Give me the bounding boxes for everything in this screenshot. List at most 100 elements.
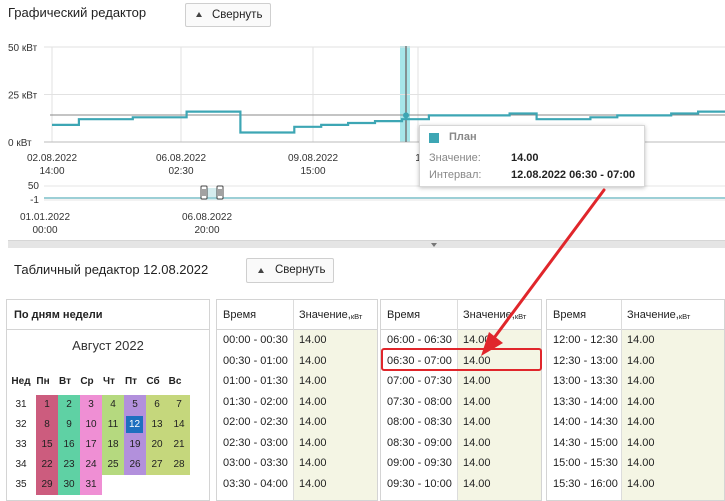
value-cell[interactable]: 14.00 (293, 474, 377, 494)
calendar-day[interactable]: 8 (36, 415, 58, 435)
calendar-day[interactable]: 29 (36, 475, 58, 495)
time-cell: 07:30 - 08:00 (387, 395, 452, 408)
time-cell: 15:00 - 15:30 (553, 457, 618, 469)
graph-collapse-button[interactable]: Свернуть (185, 3, 272, 27)
time-cell: 07:00 - 07:30 (387, 375, 452, 387)
calendar-day[interactable]: 25 (102, 455, 124, 475)
value-cell[interactable]: 14.00 (293, 412, 377, 432)
value-cell[interactable]: 14.00 (621, 392, 724, 412)
value-column-header[interactable]: Значение,кВт (293, 300, 377, 330)
value-cell[interactable]: 14.00 (457, 412, 541, 432)
table-collapse-button[interactable]: Свернуть (246, 258, 334, 283)
value-cell[interactable]: 14.00 (621, 351, 724, 371)
value-cell[interactable]: 14.00 (621, 330, 724, 350)
calendar-weekday-header: Ср (80, 376, 94, 387)
time-cell: 00:30 - 01:00 (223, 354, 288, 367)
value-cell[interactable]: 14.00 (457, 330, 541, 350)
graph-editor-title: Графический редактор (8, 5, 147, 20)
time-column-header[interactable]: Время (217, 300, 293, 330)
time-cell: 08:00 - 08:30 (387, 416, 452, 428)
time-cell: 00:00 - 00:30 (223, 334, 288, 346)
calendar-day[interactable]: 23 (58, 455, 80, 475)
time-column-header[interactable]: Время (381, 300, 457, 330)
value-cell[interactable]: 14.00 (621, 371, 724, 391)
navigator-handle-right[interactable] (216, 185, 224, 200)
calendar-day[interactable]: 24 (80, 455, 102, 475)
calendar-day[interactable]: 15 (36, 435, 58, 455)
calendar-day[interactable]: 7 (168, 395, 190, 415)
navigator-y-tick: -1 (30, 195, 39, 206)
time-cell: 06:00 - 06:30 (387, 334, 452, 346)
calendar-day[interactable]: 9 (58, 415, 80, 435)
calendar-day[interactable]: 28 (168, 455, 190, 475)
value-cell[interactable]: 14.00 (293, 351, 377, 371)
calendar-day[interactable]: 30 (58, 475, 80, 495)
calendar-weekday-header: Вт (59, 376, 71, 387)
value-cell[interactable]: 14.00 (457, 371, 541, 391)
time-cell: 03:30 - 04:00 (223, 477, 288, 490)
time-cell: 08:30 - 09:00 (387, 436, 452, 449)
navigator-x-tick-time: 20:00 (194, 225, 219, 236)
value-cell[interactable]: 14.00 (457, 474, 541, 494)
tooltip-value-label: Значение: (429, 152, 481, 164)
calendar-day[interactable]: 22 (36, 455, 58, 475)
calendar-day[interactable]: 3 (80, 395, 102, 415)
calendar-day[interactable]: 31 (80, 475, 102, 495)
calendar-day[interactable]: 2 (58, 395, 80, 415)
calendar-day[interactable]: 14 (168, 415, 190, 435)
value-column-header[interactable]: Значение,кВт (621, 300, 724, 330)
time-cell: 02:30 - 03:00 (223, 436, 288, 449)
calendar-month[interactable]: Август 2022 (7, 338, 209, 353)
panel-splitter[interactable] (8, 240, 725, 248)
graph-collapse-label: Свернуть (212, 9, 263, 21)
time-cell: 15:30 - 16:00 (553, 477, 618, 490)
value-cell[interactable]: 14.00 (621, 412, 724, 432)
calendar-day[interactable]: 1 (36, 395, 58, 415)
calendar-day[interactable]: 13 (146, 415, 168, 435)
value-cell[interactable]: 14.00 (293, 433, 377, 453)
calendar-day[interactable]: 12 (124, 415, 146, 435)
value-cell[interactable]: 14.00 (621, 433, 724, 453)
tooltip-interval: 12.08.2022 06:30 - 07:00 (511, 169, 636, 181)
calendar-day[interactable]: 6 (146, 395, 168, 415)
tooltip-interval-label: Интервал: (429, 169, 482, 181)
calendar-day[interactable]: 11 (102, 415, 124, 435)
value-cell[interactable]: 14.00 (621, 474, 724, 494)
calendar-day[interactable]: 21 (168, 435, 190, 455)
value-column-header[interactable]: Значение,кВт (457, 300, 541, 330)
value-cell[interactable]: 14.00 (621, 453, 724, 473)
calendar-weekday-header: Чт (103, 376, 115, 387)
value-cell[interactable]: 14.00 (293, 371, 377, 391)
time-column-header[interactable]: Время (547, 300, 621, 330)
calendar-day[interactable]: 19 (124, 435, 146, 455)
value-cell[interactable]: 14.00 (293, 453, 377, 473)
calendar-day[interactable]: 17 (80, 435, 102, 455)
calendar-day[interactable]: 18 (102, 435, 124, 455)
time-cell: 14:00 - 14:30 (553, 416, 618, 428)
y-tick-label: 50 кВт (8, 43, 38, 54)
navigator-x-tick-date: 06.08.2022 (182, 212, 232, 223)
value-cell[interactable]: 14.00 (293, 392, 377, 412)
calendar-day[interactable]: 16 (58, 435, 80, 455)
x-tick-time: 15:00 (300, 166, 325, 176)
value-cell[interactable]: 14.00 (457, 392, 541, 412)
time-cell: 01:30 - 02:00 (223, 395, 288, 408)
calendar-weekday-header: Нед (11, 376, 31, 387)
value-cell[interactable]: 14.00 (457, 433, 541, 453)
y-tick-label: 25 кВт (8, 91, 38, 102)
calendar-day-selected: 12 (126, 416, 143, 433)
value-cell[interactable]: 14.00 (293, 330, 377, 350)
collapse-up-icon (258, 268, 264, 273)
hover-point (403, 112, 409, 119)
calendar-day[interactable]: 26 (124, 455, 146, 475)
y-axis-ticks: 50 кВт 25 кВт 0 кВт (8, 43, 38, 149)
calendar-day[interactable]: 27 (146, 455, 168, 475)
value-cell[interactable]: 14.00 (457, 453, 541, 473)
calendar-day[interactable]: 5 (124, 395, 146, 415)
navigator-handle-left[interactable] (200, 185, 208, 200)
calendar-weekday-header: Сб (146, 376, 160, 387)
calendar-day[interactable]: 4 (102, 395, 124, 415)
calendar-day[interactable]: 10 (80, 415, 102, 435)
value-header-label: Значение, (299, 309, 351, 321)
calendar-day[interactable]: 20 (146, 435, 168, 455)
